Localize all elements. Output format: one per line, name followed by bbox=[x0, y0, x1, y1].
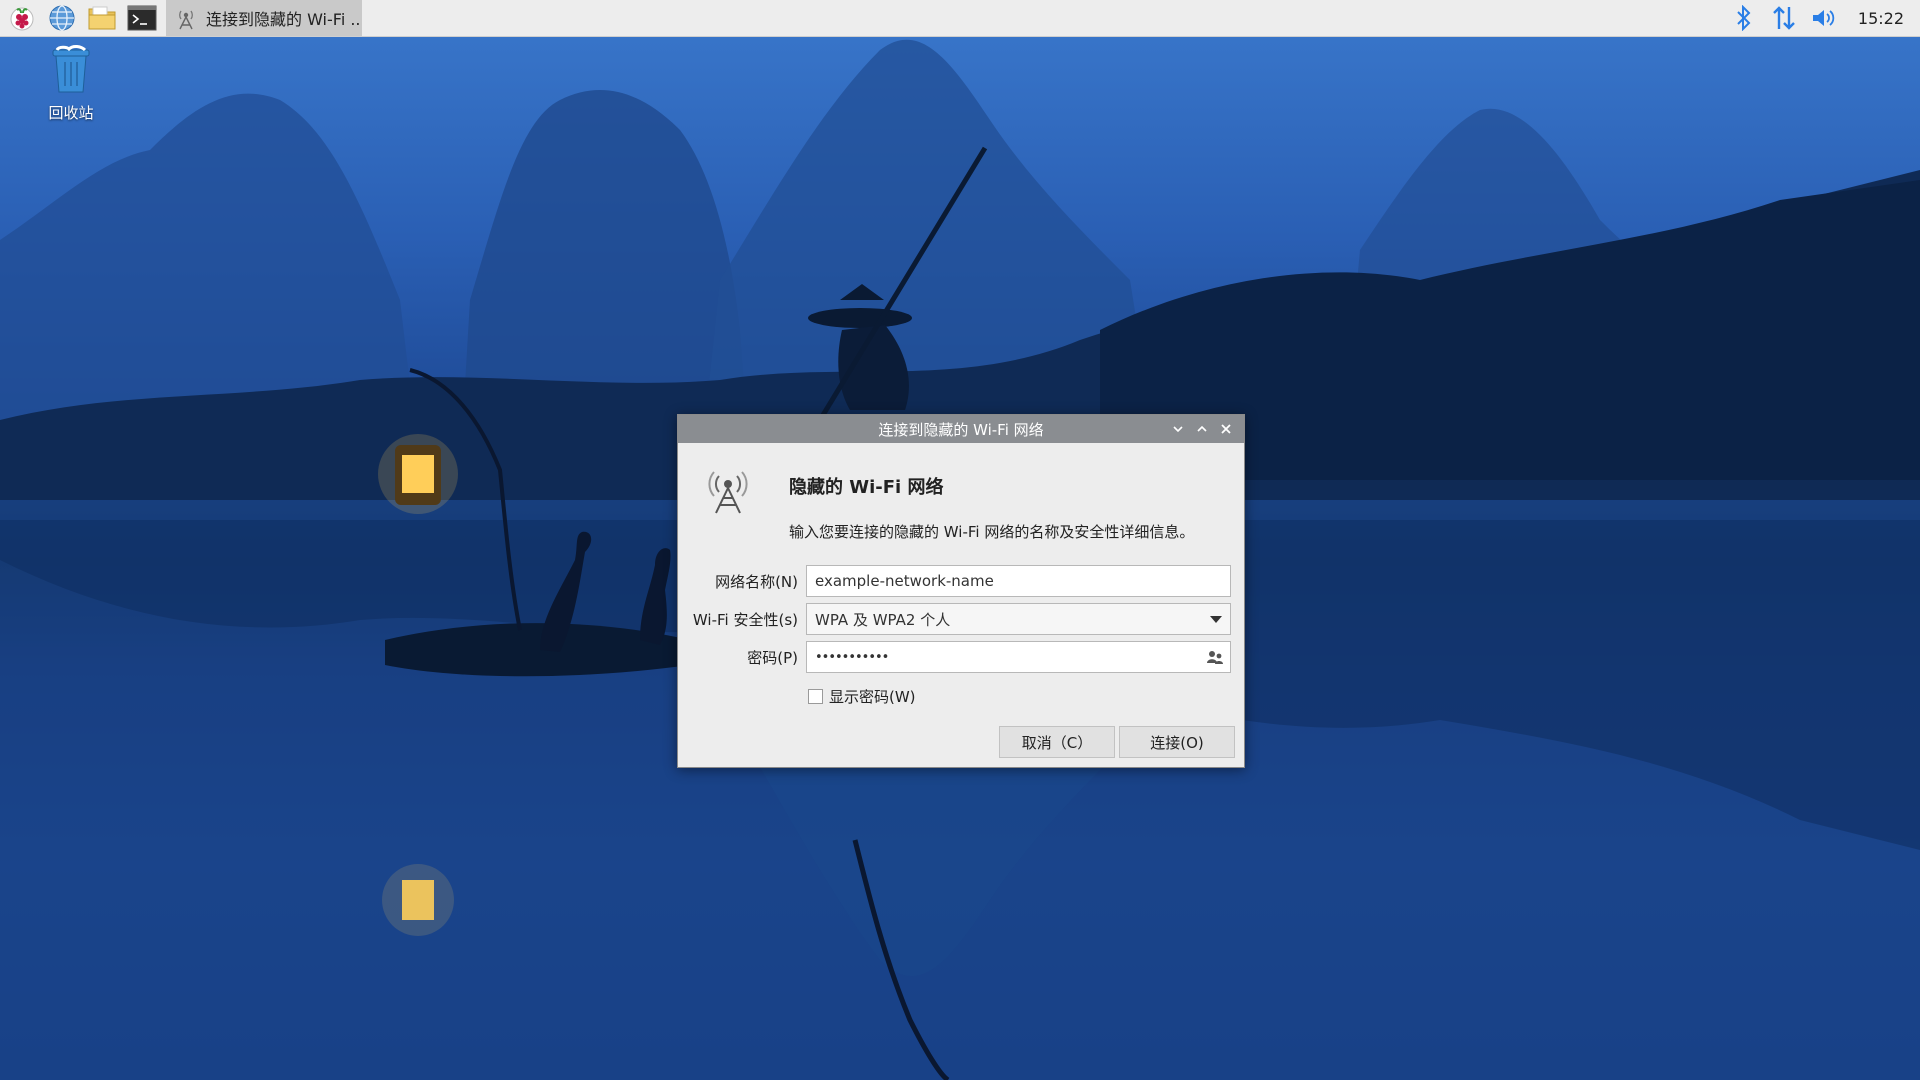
network-icon[interactable] bbox=[1766, 0, 1802, 36]
password-label: 密码(P) bbox=[747, 649, 798, 667]
show-password-row[interactable]: 显示密码(W) bbox=[808, 686, 916, 707]
hidden-wifi-dialog: 连接到隐藏的 Wi-Fi 网络 隐藏的 Wi-Fi 网络 输入您要连接的隐藏的 … bbox=[677, 414, 1245, 768]
cancel-button[interactable]: 取消（C） bbox=[999, 726, 1115, 758]
connect-button[interactable]: 连接(O) bbox=[1119, 726, 1235, 758]
password-value: ••••••••••• bbox=[815, 649, 889, 665]
clock[interactable]: 15:22 bbox=[1858, 9, 1904, 28]
trash-label: 回收站 bbox=[48, 104, 94, 122]
taskbar: 连接到隐藏的 Wi-Fi ... 15:22 bbox=[0, 0, 1920, 37]
dropdown-arrow-icon bbox=[1210, 615, 1222, 623]
dialog-heading: 隐藏的 Wi-Fi 网络 bbox=[789, 477, 944, 498]
minimize-icon[interactable] bbox=[1166, 415, 1190, 443]
show-password-label: 显示密码(W) bbox=[829, 688, 916, 706]
wifi-tower-icon bbox=[174, 6, 198, 30]
taskbar-task-hidden-wifi[interactable]: 连接到隐藏的 Wi-Fi ... bbox=[166, 0, 362, 36]
taskbar-task-label: 连接到隐藏的 Wi-Fi ... bbox=[206, 10, 362, 29]
wifi-security-select[interactable]: WPA 及 WPA2 个人 bbox=[806, 603, 1231, 635]
maximize-icon[interactable] bbox=[1190, 415, 1214, 443]
password-input[interactable]: ••••••••••• bbox=[806, 641, 1231, 673]
dialog-titlebar[interactable]: 连接到隐藏的 Wi-Fi 网络 bbox=[678, 415, 1244, 443]
volume-icon[interactable] bbox=[1806, 0, 1842, 36]
show-password-checkbox[interactable] bbox=[808, 689, 823, 704]
wifi-security-label: Wi-Fi 安全性(s) bbox=[692, 611, 798, 629]
network-name-label: 网络名称(N) bbox=[715, 573, 798, 591]
dialog-description: 输入您要连接的隐藏的 Wi-Fi 网络的名称及安全性详细信息。 bbox=[789, 523, 1195, 541]
web-browser-icon[interactable] bbox=[44, 0, 80, 36]
raspberry-menu-icon[interactable] bbox=[4, 0, 40, 36]
bluetooth-icon[interactable] bbox=[1726, 0, 1762, 36]
password-storage-icon[interactable] bbox=[1206, 648, 1224, 670]
system-tray: 15:22 bbox=[1726, 0, 1920, 36]
desktop-trash[interactable]: 回收站 bbox=[36, 44, 106, 123]
file-manager-icon[interactable] bbox=[84, 0, 120, 36]
terminal-icon[interactable] bbox=[124, 0, 160, 36]
wifi-security-value: WPA 及 WPA2 个人 bbox=[815, 610, 951, 629]
network-name-value: example-network-name bbox=[815, 572, 994, 590]
network-name-input[interactable]: example-network-name bbox=[806, 565, 1231, 597]
wifi-tower-icon bbox=[706, 469, 750, 519]
dialog-title: 连接到隐藏的 Wi-Fi 网络 bbox=[878, 420, 1044, 439]
window-controls bbox=[1166, 415, 1238, 443]
close-icon[interactable] bbox=[1214, 415, 1238, 443]
trash-icon bbox=[52, 45, 90, 93]
